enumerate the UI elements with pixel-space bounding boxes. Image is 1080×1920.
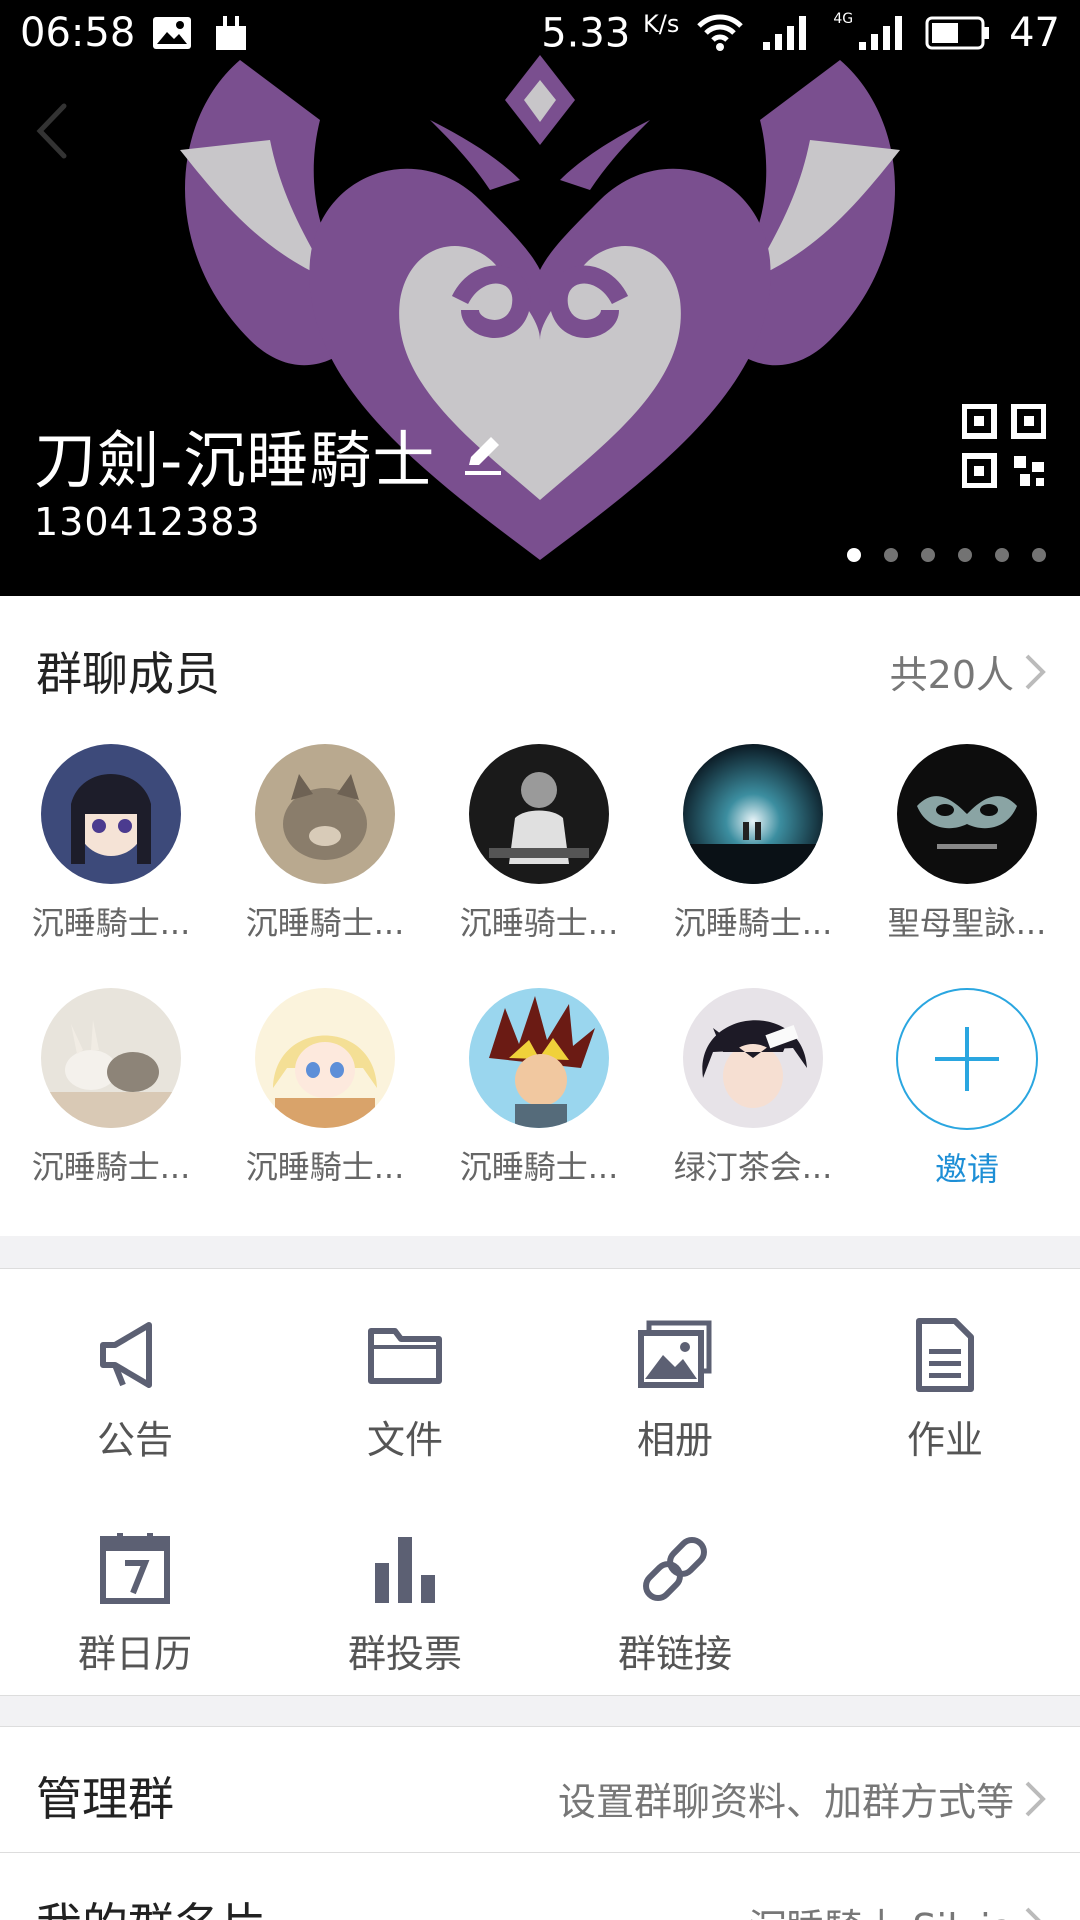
member-name: 沉睡騎士... bbox=[459, 1148, 619, 1186]
bar-chart-icon bbox=[375, 1537, 435, 1603]
function-label: 群投票 bbox=[347, 1632, 462, 1676]
image-notification-icon bbox=[153, 17, 191, 49]
member-name: 沉睡骑士... bbox=[459, 904, 619, 942]
album-button[interactable]: 相册 bbox=[540, 1315, 810, 1464]
my-group-card-row[interactable]: 我的群名片 沉睡騎士 Silvia bbox=[0, 1852, 1080, 1920]
member-name: 沉睡騎士... bbox=[245, 904, 405, 942]
member-avatar bbox=[41, 744, 181, 884]
manage-group-value: 设置群聊资料、加群方式等 bbox=[557, 1780, 1014, 1824]
invite-circle[interactable] bbox=[896, 988, 1038, 1130]
member-item[interactable]: 沉睡骑士... bbox=[432, 744, 646, 944]
member-name: 聖母聖詠... bbox=[887, 904, 1047, 942]
chevron-right-icon bbox=[1025, 1907, 1042, 1920]
member-avatar bbox=[469, 744, 609, 884]
announcement-button[interactable]: 公告 bbox=[0, 1315, 270, 1464]
function-label: 公告 bbox=[96, 1418, 173, 1462]
my-group-card-label: 我的群名片 bbox=[36, 1889, 266, 1920]
wifi-icon bbox=[697, 14, 744, 51]
plus-icon bbox=[935, 1027, 999, 1091]
chevron-right-icon bbox=[1025, 1781, 1046, 1816]
files-button[interactable]: 文件 bbox=[270, 1315, 540, 1464]
member-avatar bbox=[683, 744, 823, 884]
member-item[interactable]: 沉睡騎士... bbox=[432, 988, 646, 1188]
photo-album-icon bbox=[638, 1320, 712, 1388]
network-speed-unit: K/s bbox=[643, 9, 680, 38]
battery-level: 47 bbox=[1009, 9, 1060, 56]
group-link-button[interactable]: 群链接 bbox=[540, 1529, 810, 1678]
member-item[interactable]: 绿汀茶会... bbox=[646, 988, 860, 1188]
edit-icon[interactable] bbox=[459, 431, 507, 479]
function-label: 群日历 bbox=[77, 1632, 192, 1676]
member-avatar bbox=[469, 988, 609, 1128]
member-item[interactable]: 聖母聖詠... bbox=[860, 744, 1074, 944]
calendar-button[interactable]: 群日历 bbox=[0, 1529, 270, 1678]
carousel-dot bbox=[1032, 548, 1046, 562]
group-functions-grid: 公告 文件 相册 作业 群日历 群投票 群链接 bbox=[0, 1268, 1080, 1696]
document-icon bbox=[916, 1318, 974, 1392]
group-id: 130412383 bbox=[34, 500, 261, 544]
members-title: 群聊成员 bbox=[36, 647, 220, 701]
members-count-label: 共20人 bbox=[889, 653, 1014, 697]
carousel-dot bbox=[921, 548, 935, 562]
function-label: 群链接 bbox=[617, 1632, 732, 1676]
carousel-dot bbox=[884, 548, 898, 562]
signal-icon bbox=[763, 15, 807, 50]
carousel-dot bbox=[958, 548, 972, 562]
member-item[interactable]: 沉睡騎士... bbox=[4, 988, 218, 1188]
qr-code-icon[interactable] bbox=[962, 404, 1046, 488]
homework-button[interactable]: 作业 bbox=[810, 1315, 1080, 1464]
member-name: 沉睡騎士... bbox=[31, 904, 191, 942]
member-item[interactable]: 沉睡騎士... bbox=[4, 744, 218, 944]
function-label: 作业 bbox=[906, 1418, 983, 1462]
member-avatar bbox=[897, 744, 1037, 884]
manage-group-label: 管理群 bbox=[36, 1772, 174, 1826]
member-avatar bbox=[255, 988, 395, 1128]
members-count-link[interactable]: 共20人 bbox=[890, 644, 1046, 699]
carousel-dot bbox=[995, 548, 1009, 562]
back-button[interactable] bbox=[20, 96, 90, 166]
invite-button[interactable]: 邀请 bbox=[860, 988, 1074, 1190]
network-type-label: 4G bbox=[833, 10, 854, 27]
function-label: 相册 bbox=[636, 1418, 713, 1462]
carousel-dot bbox=[847, 548, 861, 562]
member-avatar bbox=[255, 744, 395, 884]
battery-icon bbox=[925, 16, 990, 50]
chevron-right-icon bbox=[1025, 654, 1046, 689]
member-name: 沉睡騎士... bbox=[673, 904, 833, 942]
member-item[interactable]: 沉睡騎士... bbox=[218, 744, 432, 944]
group-name: 刀劍-沉睡騎士 bbox=[34, 424, 436, 497]
member-item[interactable]: 沉睡騎士... bbox=[646, 744, 860, 944]
folder-icon bbox=[368, 1328, 442, 1384]
member-avatar bbox=[683, 988, 823, 1128]
member-avatar bbox=[41, 988, 181, 1128]
vote-button[interactable]: 群投票 bbox=[270, 1529, 540, 1678]
carousel-indicator bbox=[847, 548, 1046, 562]
status-time: 06:58 bbox=[20, 10, 136, 56]
status-bar: 06:58 5.33 K/s 4G 47 bbox=[0, 0, 1080, 66]
my-group-card-value: 沉睡騎士 Silvia bbox=[748, 1897, 1014, 1920]
function-label: 文件 bbox=[366, 1418, 443, 1462]
invite-label: 邀请 bbox=[934, 1150, 999, 1188]
member-name: 沉睡騎士... bbox=[245, 1148, 405, 1186]
network-speed: 5.33 K/s bbox=[541, 9, 680, 57]
group-header-banner[interactable]: 06:58 5.33 K/s 4G 47 刀劍-沉睡騎士 130412383 bbox=[0, 0, 1080, 596]
member-item[interactable]: 沉睡騎士... bbox=[218, 988, 432, 1188]
bag-notification-icon bbox=[216, 16, 246, 50]
megaphone-icon bbox=[100, 1322, 152, 1388]
link-icon bbox=[643, 1537, 707, 1601]
member-name: 沉睡騎士... bbox=[31, 1148, 191, 1186]
calendar-icon bbox=[100, 1533, 170, 1604]
manage-group-row[interactable]: 管理群 设置群聊资料、加群方式等 bbox=[0, 1726, 1080, 1852]
group-members-section: 群聊成员 共20人 沉睡騎士... 沉睡騎士... 沉睡骑士... 沉睡騎士..… bbox=[0, 596, 1080, 1236]
member-name: 绿汀茶会... bbox=[673, 1148, 833, 1186]
signal-4g-icon bbox=[859, 15, 903, 50]
